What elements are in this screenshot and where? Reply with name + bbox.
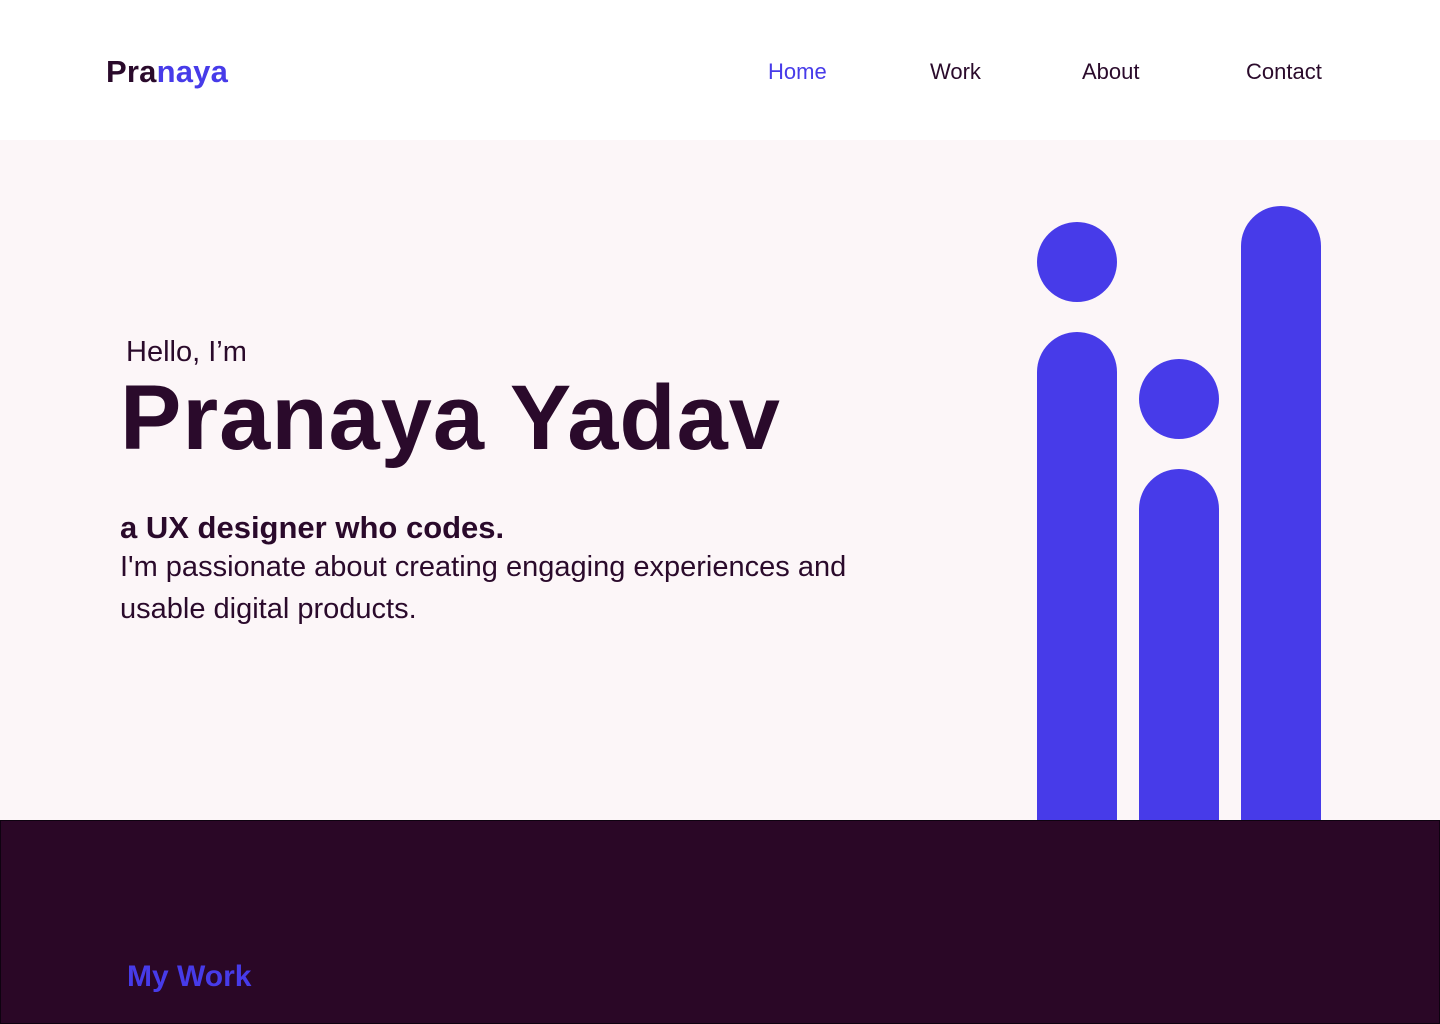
hero-description: I'm passionate about creating engaging e… (120, 551, 847, 625)
site-header: Pranaya Home Work About Contact (0, 0, 1440, 140)
hero-section: Hello, I’m Pranaya Yadav a UX designer w… (0, 140, 1440, 820)
hero-name: Pranaya Yadav (120, 367, 781, 469)
main-nav: Home Work About Contact (0, 56, 1440, 88)
hero-tagline: a UX designer who codes. (120, 510, 505, 545)
nav-home[interactable]: Home (768, 56, 827, 88)
nav-about[interactable]: About (1082, 56, 1140, 88)
decorative-bar-1 (1037, 332, 1117, 820)
work-section: My Work (0, 820, 1440, 1024)
decorative-bar-3 (1241, 206, 1321, 820)
nav-contact[interactable]: Contact (1246, 56, 1322, 88)
decorative-dot-1 (1037, 222, 1117, 302)
decorative-bar-2 (1139, 469, 1219, 820)
nav-work[interactable]: Work (930, 56, 981, 88)
work-section-title: My Work (127, 960, 252, 993)
decorative-dot-2 (1139, 359, 1219, 439)
